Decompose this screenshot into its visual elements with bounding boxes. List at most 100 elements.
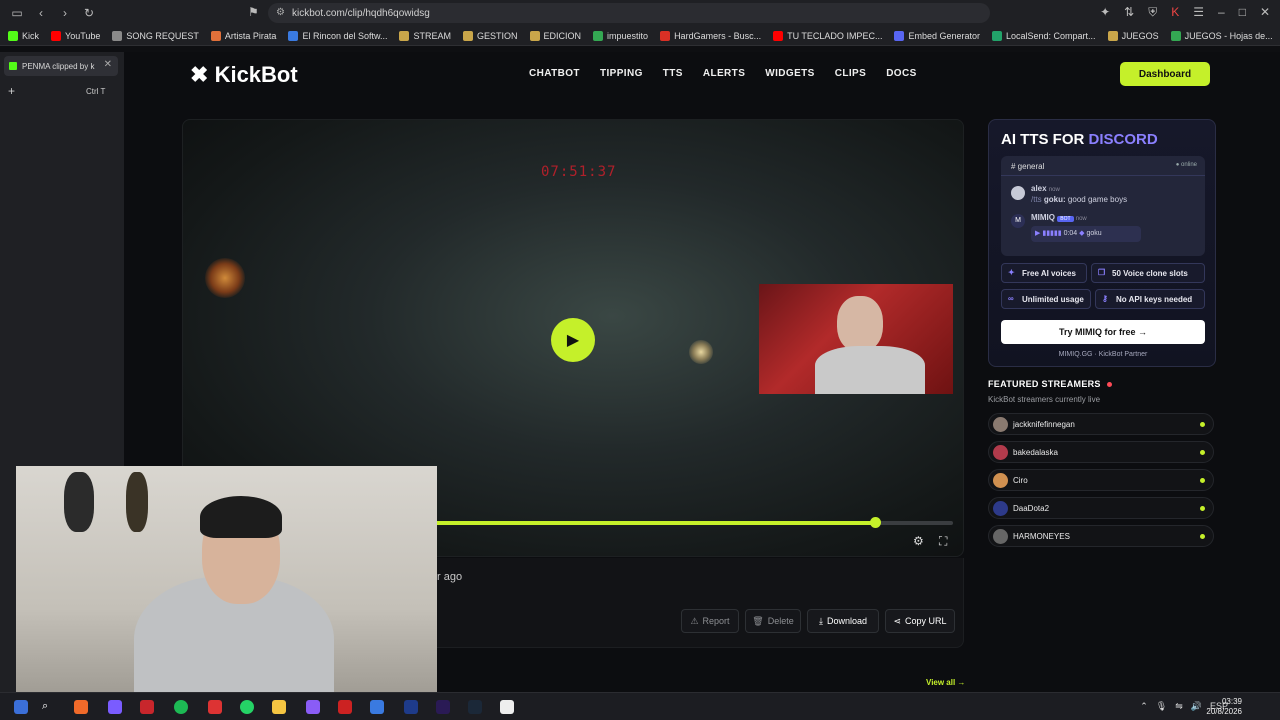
mimiq-ad-card: AI TTS FOR DISCORD # general ● online al… bbox=[988, 119, 1216, 367]
app-icon[interactable] bbox=[306, 700, 320, 714]
forward-icon[interactable]: › bbox=[58, 6, 72, 20]
play-button[interactable]: ▶ bbox=[551, 318, 595, 362]
streamer-item[interactable]: bakedalaska bbox=[988, 441, 1214, 463]
fullscreen-icon[interactable]: ⛶ bbox=[939, 534, 947, 549]
bookmark-item[interactable]: HardGamers - Busc... bbox=[660, 30, 761, 41]
download-icon: ⤓ bbox=[818, 615, 823, 626]
spotify-icon[interactable] bbox=[174, 700, 188, 714]
start-icon[interactable] bbox=[14, 700, 28, 714]
folder-icon[interactable] bbox=[272, 700, 286, 714]
taskbar-clock[interactable]: 03:39 20/8/2026 bbox=[1206, 697, 1242, 717]
photoshop-icon[interactable] bbox=[404, 700, 418, 714]
bookmark-item[interactable]: Embed Generator bbox=[894, 30, 980, 41]
report-button[interactable]: ⚠ Report bbox=[681, 609, 739, 633]
bookmark-item[interactable]: JUEGOS bbox=[1107, 30, 1159, 41]
bookmark-label: JUEGOS bbox=[1121, 30, 1159, 41]
nav-widgets[interactable]: WIDGETS bbox=[765, 68, 814, 79]
guitar-shape bbox=[126, 472, 148, 532]
site-logo[interactable]: ✖ KickBot bbox=[190, 62, 298, 88]
streamer-item[interactable]: Ciro bbox=[988, 469, 1214, 491]
bookmark-label: GESTION bbox=[477, 30, 518, 41]
network-icon[interactable]: ⇋ bbox=[1175, 701, 1183, 712]
mimiq-message-header: MIMIQ BOT now bbox=[1031, 213, 1087, 222]
app-icon[interactable] bbox=[338, 700, 352, 714]
site-info-icon[interactable]: ⚙ bbox=[276, 7, 285, 18]
bookmark-item[interactable]: YouTube bbox=[51, 30, 101, 41]
streamer-item[interactable]: jackknifefinnegan bbox=[988, 413, 1214, 435]
app-icon[interactable] bbox=[108, 700, 122, 714]
download-label: Download bbox=[826, 616, 867, 626]
bookmark-label: TU TECLADO IMPEC... bbox=[787, 30, 883, 41]
bookmark-label: YouTube bbox=[65, 30, 101, 41]
app-icon[interactable] bbox=[140, 700, 154, 714]
msg1-text: good game boys bbox=[1067, 195, 1128, 204]
new-tab-icon[interactable]: + bbox=[8, 84, 15, 98]
premiere-icon[interactable] bbox=[436, 700, 450, 714]
whatsapp-icon[interactable] bbox=[240, 700, 254, 714]
progress-bar[interactable] bbox=[433, 517, 953, 528]
bookmark-favicon-icon bbox=[1107, 30, 1118, 41]
mic-icon[interactable]: 🎙 bbox=[1156, 701, 1167, 712]
bookmark-item[interactable]: impuestito bbox=[593, 30, 648, 41]
bookmark-icon[interactable]: ⚑ bbox=[248, 5, 259, 19]
settings-gear-icon[interactable]: ⚙ bbox=[913, 534, 924, 548]
close-tab-icon[interactable]: ✕ bbox=[104, 59, 112, 70]
bookmark-item[interactable]: El Rincon del Softw... bbox=[288, 30, 387, 41]
steam-icon[interactable] bbox=[468, 700, 482, 714]
app-icon[interactable] bbox=[370, 700, 384, 714]
copy-url-button[interactable]: ⋖ Copy URL bbox=[885, 609, 955, 633]
try-mimiq-button[interactable]: Try MIMIQ for free → bbox=[1001, 320, 1205, 344]
bookmark-item[interactable]: SONG REQUEST bbox=[112, 30, 199, 41]
bookmark-item[interactable]: LocalSend: Compart... bbox=[992, 30, 1096, 41]
menu-icon[interactable]: ☰ bbox=[1193, 5, 1204, 20]
back-icon[interactable]: ‹ bbox=[34, 6, 48, 20]
streamer-webcam-in-video bbox=[759, 284, 953, 394]
bookmark-item[interactable]: STREAM bbox=[399, 30, 451, 41]
progress-knob[interactable] bbox=[870, 517, 881, 528]
bot-badge: BOT bbox=[1057, 216, 1074, 222]
bookmark-item[interactable]: TU TECLADO IMPEC... bbox=[773, 30, 883, 41]
clock-date: 20/8/2026 bbox=[1206, 707, 1242, 716]
audio-time: 0:04 bbox=[1063, 230, 1078, 237]
view-all-link[interactable]: View all → bbox=[926, 678, 965, 687]
volume-icon[interactable]: 🔊 bbox=[1191, 701, 1202, 712]
brave-icon[interactable] bbox=[74, 700, 88, 714]
minimize-icon[interactable]: – bbox=[1218, 5, 1225, 20]
bookmark-item[interactable]: JUEGOS - Hojas de... bbox=[1170, 30, 1273, 41]
nav-tts[interactable]: TTS bbox=[663, 68, 683, 79]
sidebar-toggle-icon[interactable]: ▭ bbox=[10, 6, 24, 20]
audio-play-icon[interactable]: ▶ bbox=[1035, 230, 1040, 237]
nav-chatbot[interactable]: CHATBOT bbox=[529, 68, 580, 79]
shield-icon[interactable]: ⛨ bbox=[1148, 5, 1157, 20]
streamer-item[interactable]: HARMONEYES bbox=[988, 525, 1214, 547]
bookmark-favicon-icon bbox=[288, 30, 299, 41]
streamer-item[interactable]: DaaDota2 bbox=[988, 497, 1214, 519]
kick-favicon-icon bbox=[9, 62, 17, 70]
bookmark-item[interactable]: Artista Pirata bbox=[210, 30, 276, 41]
bookmark-item[interactable]: Kick bbox=[8, 30, 39, 41]
address-bar[interactable]: ⚑ ⚙ kickbot.com/clip/hqdh6qowidsg bbox=[248, 3, 990, 23]
nav-alerts[interactable]: ALERTS bbox=[703, 68, 745, 79]
kick-extension-icon[interactable]: K bbox=[1171, 5, 1179, 20]
search-icon[interactable]: ⌕ bbox=[42, 700, 56, 714]
bookmark-item[interactable]: EDICION bbox=[529, 30, 581, 41]
app-icon[interactable] bbox=[500, 700, 514, 714]
close-window-icon[interactable]: ✕ bbox=[1260, 5, 1270, 20]
bookmark-favicon-icon bbox=[529, 30, 540, 41]
tab-active[interactable]: PENMA clipped by k ✕ bbox=[4, 56, 118, 76]
nav-clips[interactable]: CLIPS bbox=[835, 68, 866, 79]
extensions-icon[interactable]: ✦ bbox=[1100, 5, 1110, 20]
nav-tipping[interactable]: TIPPING bbox=[600, 68, 643, 79]
audio-message[interactable]: ▶ ▮▮▮▮▮ 0:04 ◆ goku bbox=[1031, 226, 1141, 242]
dashboard-button[interactable]: Dashboard bbox=[1120, 62, 1210, 86]
app-icon[interactable] bbox=[208, 700, 222, 714]
bookmark-item[interactable]: GESTION bbox=[463, 30, 518, 41]
sync-icon[interactable]: ⇅ bbox=[1124, 5, 1134, 20]
download-button[interactable]: ⤓ Download bbox=[807, 609, 879, 633]
maximize-icon[interactable]: □ bbox=[1239, 5, 1246, 20]
delete-button[interactable]: 🗑 Delete bbox=[745, 609, 801, 633]
chevron-up-icon[interactable]: ⌃ bbox=[1140, 701, 1148, 712]
nav-docs[interactable]: DOCS bbox=[886, 68, 917, 79]
reload-icon[interactable]: ↻ bbox=[82, 6, 96, 20]
streamer-facecam-overlay bbox=[16, 466, 437, 704]
